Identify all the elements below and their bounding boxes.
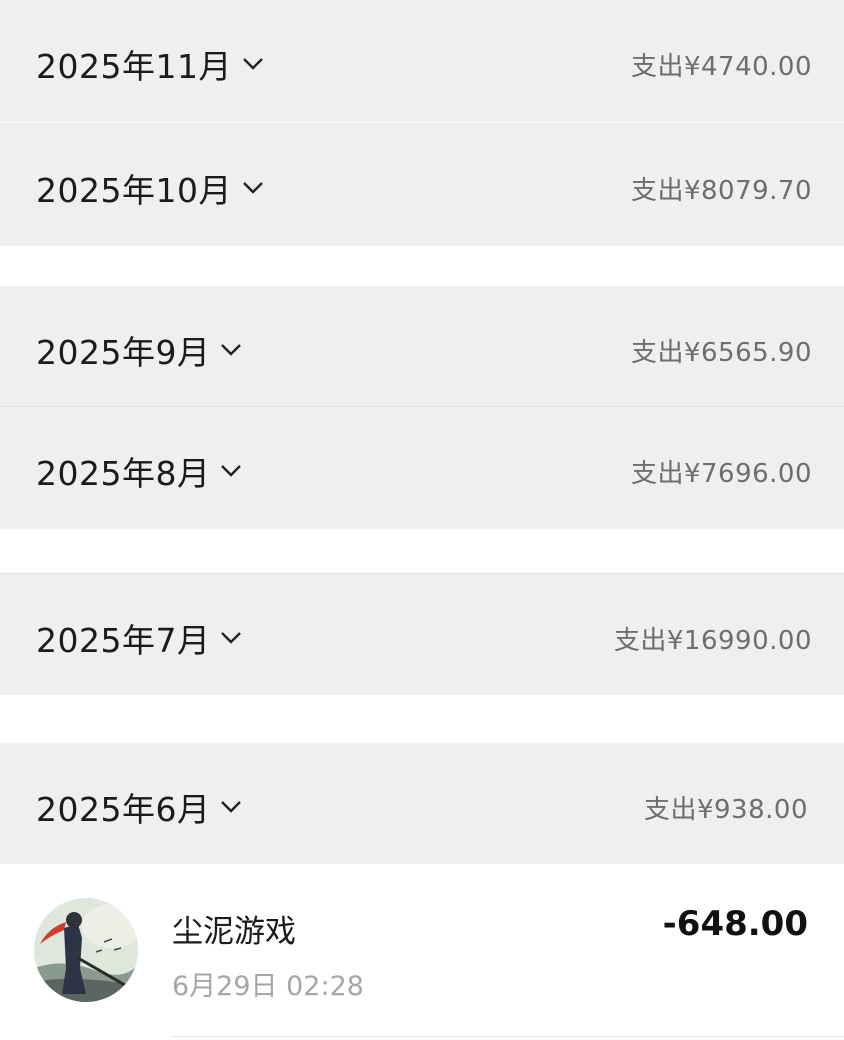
chevron-down-icon [220, 464, 242, 478]
month-header-2025-09[interactable]: 2025年9月 支出¥6565.90 [0, 286, 844, 408]
chevron-down-icon [220, 343, 242, 357]
month-header-2025-06[interactable]: 2025年6月 支出¥938.00 [0, 743, 844, 865]
month-selector[interactable]: 2025年8月 [36, 447, 242, 495]
divider [172, 1036, 844, 1037]
month-label: 2025年11月 [36, 47, 232, 86]
merchant-avatar [34, 898, 138, 1002]
chevron-down-icon [220, 800, 242, 814]
month-selector[interactable]: 2025年7月 [36, 614, 242, 662]
merchant-name: 尘泥游戏 [172, 914, 296, 950]
month-label: 2025年9月 [36, 333, 211, 372]
transaction-item[interactable]: 尘泥游戏 6月29日 02:28 -648.00 [0, 864, 844, 1040]
month-header-2025-10[interactable]: 2025年10月 支出¥8079.70 [0, 124, 844, 246]
month-header-2025-08[interactable]: 2025年8月 支出¥7696.00 [0, 407, 844, 529]
transaction-time: 6月29日 02:28 [172, 971, 364, 1002]
month-label: 2025年7月 [36, 621, 211, 660]
month-selector[interactable]: 2025年11月 [36, 40, 264, 88]
month-label: 2025年8月 [36, 454, 211, 493]
month-spend-total: 支出¥16990.00 [613, 626, 812, 656]
month-spend-total: 支出¥6565.90 [630, 338, 812, 368]
month-selector[interactable]: 2025年10月 [36, 164, 264, 212]
chevron-down-icon [220, 631, 242, 645]
chevron-down-icon [242, 57, 264, 71]
month-spend-total: 支出¥4740.00 [630, 52, 812, 82]
month-label: 2025年6月 [36, 790, 211, 829]
month-selector[interactable]: 2025年9月 [36, 326, 242, 374]
month-spend-total: 支出¥7696.00 [630, 459, 812, 489]
month-header-2025-11[interactable]: 2025年11月 支出¥4740.00 [0, 0, 844, 122]
transaction-amount: -648.00 [662, 904, 808, 944]
month-selector[interactable]: 2025年6月 [36, 783, 242, 831]
chevron-down-icon [242, 181, 264, 195]
month-label: 2025年10月 [36, 171, 232, 210]
bill-history-page: 2025年11月 支出¥4740.00 2025年10月 支出¥8079.70 … [0, 0, 844, 1040]
month-spend-total: 支出¥938.00 [643, 795, 808, 825]
month-spend-total: 支出¥8079.70 [630, 176, 812, 206]
month-header-2025-07[interactable]: 2025年7月 支出¥16990.00 [0, 573, 844, 695]
